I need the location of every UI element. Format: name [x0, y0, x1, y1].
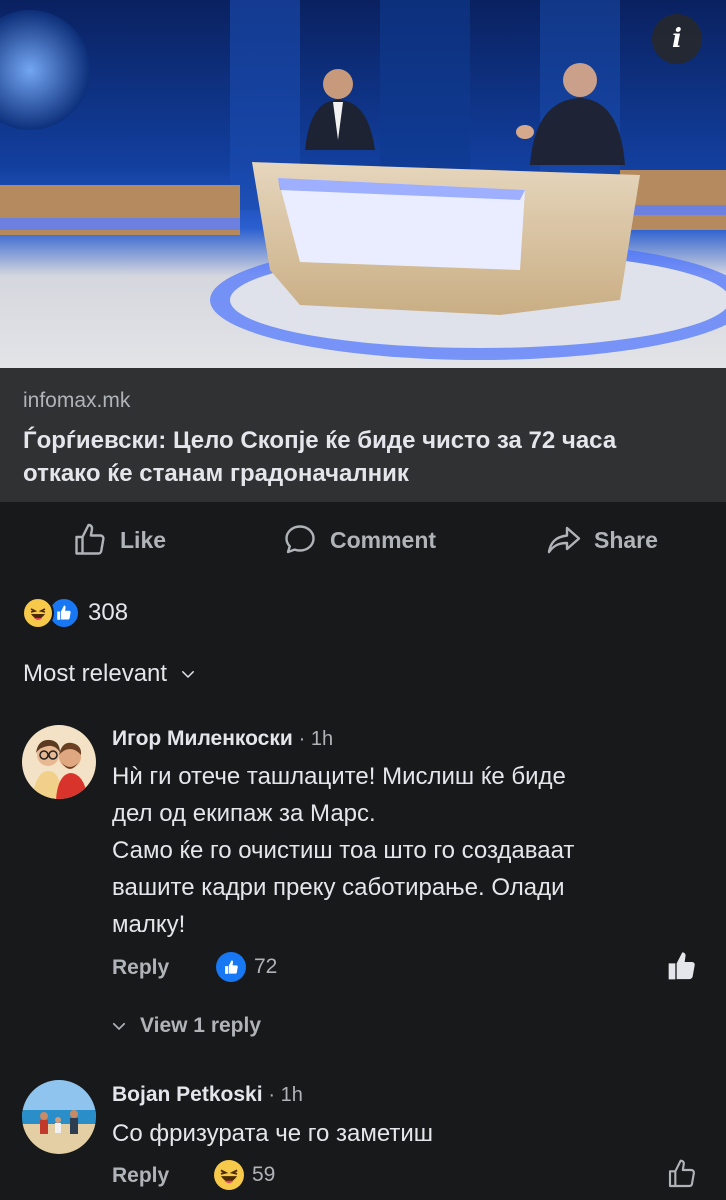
like-button[interactable]: Like [72, 520, 166, 560]
share-button[interactable]: Share [546, 520, 658, 560]
comment-bubble-icon [285, 525, 315, 554]
chevron-down-icon [112, 1022, 126, 1031]
comment-sort-dropdown[interactable]: Most relevant [23, 660, 197, 688]
post-image[interactable]: i [0, 0, 726, 368]
comment-line: Само ќе го очистиш тоа што го создаваат [112, 837, 575, 864]
like-label: Like [120, 526, 167, 553]
haha-reaction-icon [22, 597, 54, 629]
author-name[interactable]: Игор Миленкоски [112, 727, 293, 750]
view-replies-label: View 1 reply [140, 1014, 262, 1037]
comment-line: дел од екипаж за Марс. [112, 800, 376, 827]
view-replies-button[interactable]: View 1 reply [110, 1014, 261, 1038]
comment-line: малку! [112, 911, 186, 938]
reaction-count: 59 [252, 1163, 276, 1186]
share-label: Share [594, 526, 658, 553]
reaction-count: 72 [254, 955, 278, 978]
post-action-bar: Like Comment Share [0, 508, 726, 572]
comment-time: · 1h [298, 728, 334, 750]
haha-reaction-icon [214, 1160, 244, 1190]
comment-text: Со фризурата че го заметиш [112, 1115, 702, 1152]
thumbs-up-filled-icon[interactable] [666, 950, 698, 982]
reply-button[interactable]: Reply [112, 1164, 169, 1188]
reply-button[interactable]: Reply [112, 956, 169, 980]
studio-scene-image [0, 0, 726, 368]
comment-reaction-count[interactable]: 72 [216, 952, 277, 982]
reaction-count: 308 [88, 599, 129, 626]
share-arrow-icon [547, 526, 581, 554]
thumbs-up-icon [75, 523, 105, 555]
comment-label: Comment [330, 526, 437, 553]
comment-reaction-count[interactable]: 59 [214, 1160, 275, 1190]
comment-text: Нѝ ги отече ташлаците! Мислиш ќе биде де… [112, 758, 702, 943]
comment-line: Со фризурата че го заметиш [112, 1120, 434, 1147]
avatar[interactable] [22, 1080, 96, 1154]
comment-author[interactable]: Игор Миленкоски · 1h [112, 727, 333, 751]
thumbs-up-icon[interactable] [666, 1158, 698, 1190]
link-title[interactable]: Ѓорѓиевски: Цело Скопје ќе биде чисто за… [23, 424, 683, 490]
info-icon[interactable]: i [652, 14, 702, 64]
comment-button[interactable]: Comment [282, 520, 436, 560]
sort-label: Most relevant [23, 660, 168, 687]
comment-line: Нѝ ги отече ташлаците! Мислиш ќе биде [112, 763, 566, 790]
comment-time: · 1h [268, 1084, 303, 1106]
link-domain: infomax.mk [23, 389, 131, 412]
chevron-down-icon [182, 671, 195, 679]
like-reaction-icon [216, 952, 246, 982]
author-name[interactable]: Bojan Petkoski [112, 1083, 263, 1106]
avatar[interactable] [22, 725, 96, 799]
reactions-summary[interactable]: 308 [22, 596, 128, 630]
comment-line: вашите кадри преку саботирање. Олади [112, 874, 565, 901]
comment-author[interactable]: Bojan Petkoski · 1h [112, 1083, 303, 1107]
